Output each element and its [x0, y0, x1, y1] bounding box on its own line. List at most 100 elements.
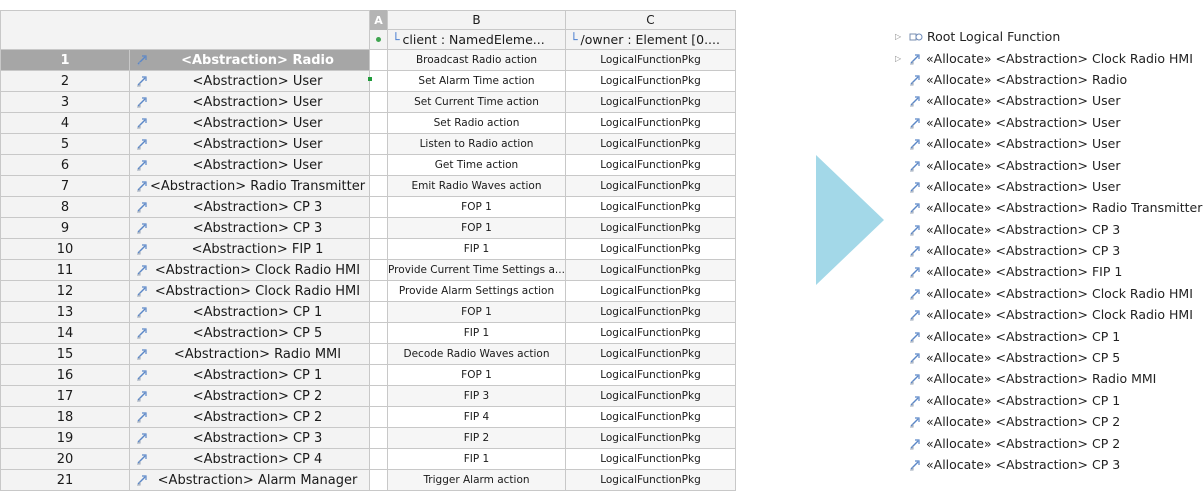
row-element-name[interactable]: <Abstraction> User [130, 92, 370, 113]
row-number[interactable]: 20 [0, 449, 130, 470]
row-element-name[interactable]: <Abstraction> Alarm Manager [130, 470, 370, 491]
cell-a[interactable] [370, 134, 388, 155]
tree-node[interactable]: «Allocate» <Abstraction> Clock Radio HMI [895, 304, 1202, 325]
row-element-name[interactable]: <Abstraction> FIP 1 [130, 239, 370, 260]
row-element-name[interactable]: <Abstraction> CP 3 [130, 218, 370, 239]
cell-a[interactable] [370, 323, 388, 344]
row-number[interactable]: 18 [0, 407, 130, 428]
cell-owner[interactable]: LogicalFunctionPkg [566, 260, 736, 281]
row-element-name[interactable]: <Abstraction> User [130, 71, 370, 92]
cell-owner[interactable]: LogicalFunctionPkg [566, 134, 736, 155]
tree-node[interactable]: ▷ «Allocate» <Abstraction> Clock Radio HM… [895, 47, 1202, 68]
table-row[interactable]: 2 <Abstraction> User Set Alarm Time action… [0, 71, 738, 92]
tree-node[interactable]: «Allocate» <Abstraction> Radio [895, 69, 1202, 90]
row-element-name[interactable]: <Abstraction> CP 1 [130, 365, 370, 386]
cell-a[interactable] [370, 260, 388, 281]
cell-owner[interactable]: LogicalFunctionPkg [566, 92, 736, 113]
tree-node[interactable]: «Allocate» <Abstraction> CP 3 [895, 454, 1202, 475]
row-number[interactable]: 15 [0, 344, 130, 365]
cell-owner[interactable]: LogicalFunctionPkg [566, 155, 736, 176]
row-number[interactable]: 9 [0, 218, 130, 239]
cell-a[interactable] [370, 113, 388, 134]
table-row[interactable]: 11 <Abstraction> Clock Radio HMI Provide C… [0, 260, 738, 281]
cell-client[interactable]: Set Radio action [388, 113, 566, 134]
row-number[interactable]: 12 [0, 281, 130, 302]
cell-owner[interactable]: LogicalFunctionPkg [566, 428, 736, 449]
cell-owner[interactable]: LogicalFunctionPkg [566, 344, 736, 365]
cell-a[interactable] [370, 365, 388, 386]
row-number[interactable]: 21 [0, 470, 130, 491]
tree-node[interactable]: «Allocate» <Abstraction> CP 5 [895, 347, 1202, 368]
row-number[interactable]: 19 [0, 428, 130, 449]
row-element-name[interactable]: <Abstraction> Clock Radio HMI [130, 260, 370, 281]
row-element-name[interactable]: <Abstraction> CP 3 [130, 428, 370, 449]
cell-client[interactable]: FIP 1 [388, 323, 566, 344]
cell-client[interactable]: FIP 1 [388, 449, 566, 470]
cell-owner[interactable]: LogicalFunctionPkg [566, 218, 736, 239]
feature-header-owner[interactable]: └ /owner : Element [0.... [566, 30, 736, 50]
row-element-name[interactable]: <Abstraction> CP 5 [130, 323, 370, 344]
cell-a[interactable] [370, 386, 388, 407]
cell-a[interactable] [370, 407, 388, 428]
row-element-name[interactable]: <Abstraction> Radio Transmitter [130, 176, 370, 197]
tree-node[interactable]: «Allocate» <Abstraction> CP 2 [895, 411, 1202, 432]
feature-header-client[interactable]: └ client : NamedEleme... [388, 30, 566, 50]
table-row[interactable]: 16 <Abstraction> CP 1 FOP 1 LogicalFunction… [0, 365, 738, 386]
expand-toggle-icon[interactable]: ▷ [895, 32, 909, 41]
row-number[interactable]: 1 [0, 50, 130, 71]
row-number[interactable]: 13 [0, 302, 130, 323]
cell-owner[interactable]: LogicalFunctionPkg [566, 281, 736, 302]
cell-owner[interactable]: LogicalFunctionPkg [566, 113, 736, 134]
cell-client[interactable]: Trigger Alarm action [388, 470, 566, 491]
cell-client[interactable]: FIP 1 [388, 239, 566, 260]
row-element-name[interactable]: <Abstraction> CP 2 [130, 407, 370, 428]
cell-a[interactable] [370, 470, 388, 491]
tree-node[interactable]: «Allocate» <Abstraction> Clock Radio HMI [895, 283, 1202, 304]
row-element-name[interactable]: <Abstraction> CP 4 [130, 449, 370, 470]
cell-client[interactable]: Decode Radio Waves action [388, 344, 566, 365]
tree-node[interactable]: «Allocate» <Abstraction> CP 3 [895, 219, 1202, 240]
row-number[interactable]: 17 [0, 386, 130, 407]
tree-node[interactable]: «Allocate» <Abstraction> Radio Transmitt… [895, 197, 1202, 218]
row-element-name[interactable]: <Abstraction> CP 3 [130, 197, 370, 218]
cell-client[interactable]: FIP 4 [388, 407, 566, 428]
row-number[interactable]: 6 [0, 155, 130, 176]
table-row[interactable]: 7 <Abstraction> Radio Transmitter Emit Rad… [0, 176, 738, 197]
row-number[interactable]: 8 [0, 197, 130, 218]
table-row[interactable]: 9 <Abstraction> CP 3 FOP 1 LogicalFunctionP… [0, 218, 738, 239]
cell-owner[interactable]: LogicalFunctionPkg [566, 197, 736, 218]
expand-toggle-icon[interactable]: ▷ [895, 54, 909, 63]
tree-node[interactable]: «Allocate» <Abstraction> User [895, 112, 1202, 133]
table-row[interactable]: 5 <Abstraction> User Listen to Radio actio… [0, 134, 738, 155]
cell-owner[interactable]: LogicalFunctionPkg [566, 239, 736, 260]
tree-node[interactable]: ▷ Root Logical Function [895, 26, 1202, 47]
row-number[interactable]: 11 [0, 260, 130, 281]
row-element-name[interactable]: <Abstraction> CP 1 [130, 302, 370, 323]
cell-client[interactable]: FOP 1 [388, 365, 566, 386]
table-row[interactable]: 21 <Abstraction> Alarm Manager Trigger Ala… [0, 470, 738, 491]
table-row[interactable]: 20 <Abstraction> CP 4 FIP 1 LogicalFunction… [0, 449, 738, 470]
cell-client[interactable]: Provide Current Time Settings a... [388, 260, 566, 281]
table-row[interactable]: 13 <Abstraction> CP 1 FOP 1 LogicalFunction… [0, 302, 738, 323]
cell-a[interactable] [370, 176, 388, 197]
table-row[interactable]: 15 <Abstraction> Radio MMI Decode Radio Wa… [0, 344, 738, 365]
cell-owner[interactable]: LogicalFunctionPkg [566, 176, 736, 197]
table-row[interactable]: 17 <Abstraction> CP 2 FIP 3 LogicalFunction… [0, 386, 738, 407]
cell-a[interactable] [370, 197, 388, 218]
cell-a[interactable] [370, 71, 388, 92]
cell-owner[interactable]: LogicalFunctionPkg [566, 470, 736, 491]
table-row[interactable]: 14 <Abstraction> CP 5 FIP 1 LogicalFunction… [0, 323, 738, 344]
cell-a[interactable] [370, 428, 388, 449]
tree-node[interactable]: «Allocate» <Abstraction> FIP 1 [895, 261, 1202, 282]
table-row[interactable]: 19 <Abstraction> CP 3 FIP 2 LogicalFunction… [0, 428, 738, 449]
cell-owner[interactable]: LogicalFunctionPkg [566, 449, 736, 470]
cell-owner[interactable]: LogicalFunctionPkg [566, 323, 736, 344]
row-number[interactable]: 2 [0, 71, 130, 92]
cell-owner[interactable]: LogicalFunctionPkg [566, 407, 736, 428]
table-row[interactable]: 18 <Abstraction> CP 2 FIP 4 LogicalFunction… [0, 407, 738, 428]
cell-owner[interactable]: LogicalFunctionPkg [566, 365, 736, 386]
cell-client[interactable]: FOP 1 [388, 197, 566, 218]
cell-owner[interactable]: LogicalFunctionPkg [566, 386, 736, 407]
row-element-name[interactable]: <Abstraction> Radio MMI [130, 344, 370, 365]
row-element-name[interactable]: <Abstraction> User [130, 155, 370, 176]
